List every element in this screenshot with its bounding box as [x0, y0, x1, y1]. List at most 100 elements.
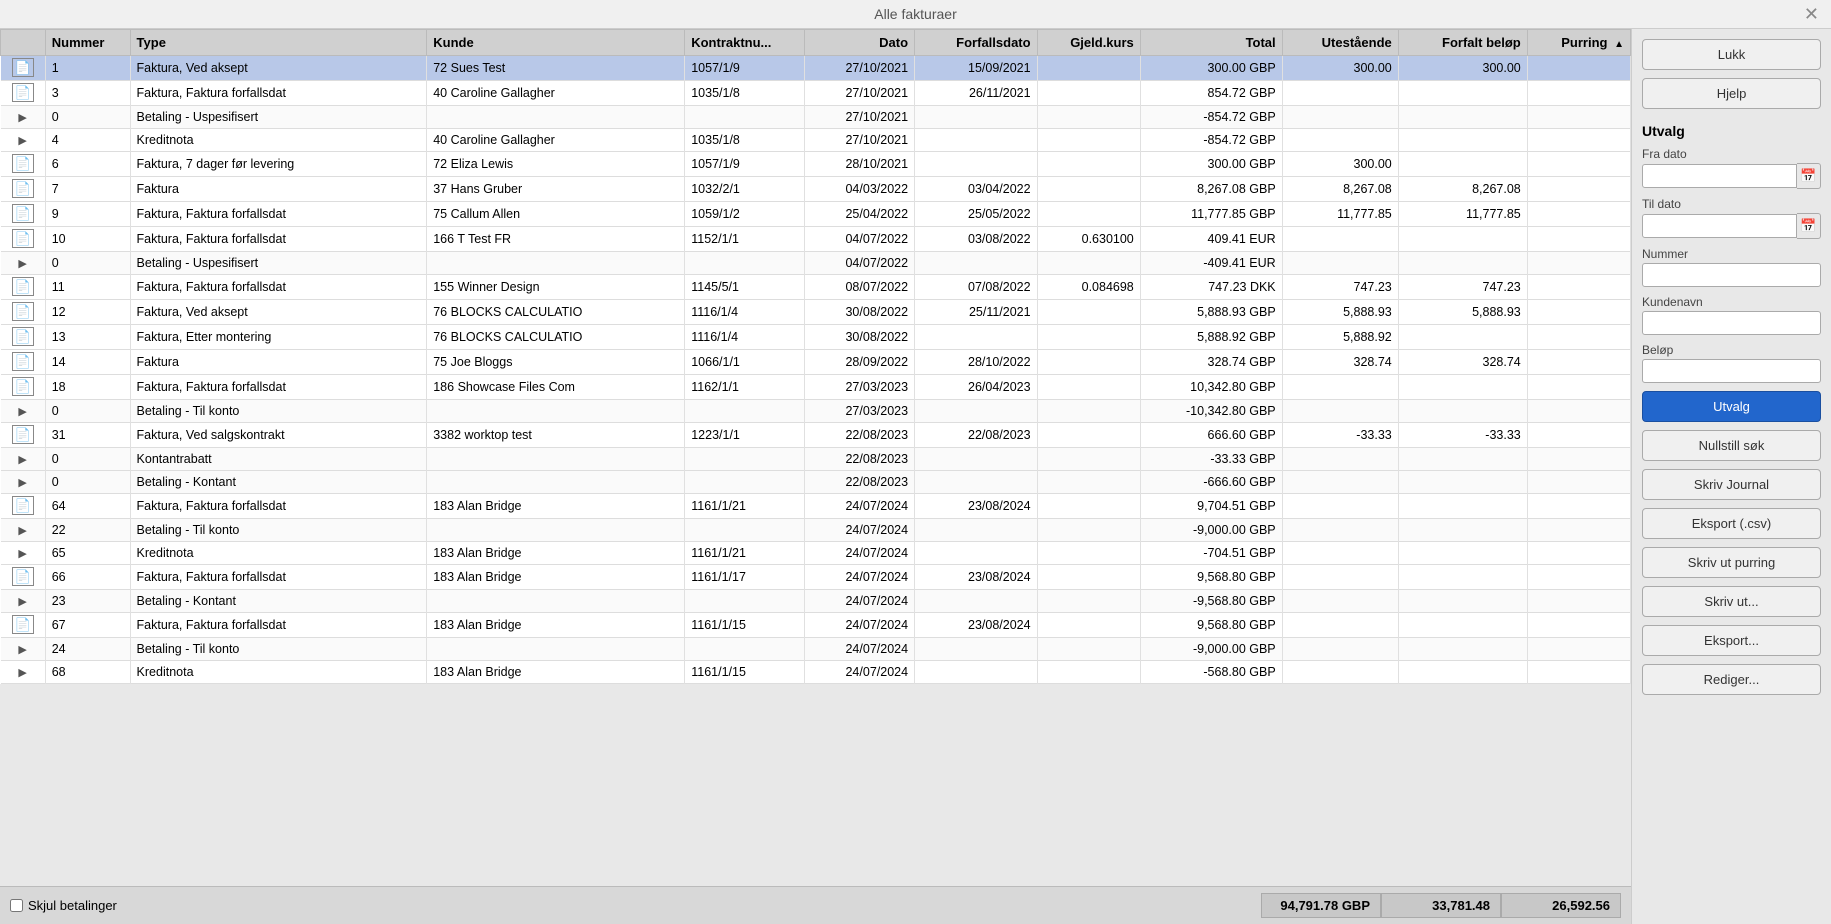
expand-arrow-icon[interactable]: ▶ — [18, 454, 26, 466]
table-row[interactable]: 📄6Faktura, 7 dager før levering72 Eliza … — [1, 152, 1631, 177]
col-gjeldkurs[interactable]: Gjeld.kurs — [1037, 30, 1140, 56]
belop-input[interactable] — [1642, 359, 1821, 383]
utvalg-button[interactable]: Utvalg — [1642, 391, 1821, 422]
cell-dato: 24/07/2024 — [805, 613, 915, 638]
expand-col[interactable]: 📄 — [1, 275, 46, 300]
expand-arrow-icon[interactable]: ▶ — [18, 548, 26, 560]
hide-payments-checkbox[interactable] — [10, 899, 23, 912]
table-row[interactable]: 📄9Faktura, Faktura forfallsdat75 Callum … — [1, 202, 1631, 227]
table-row[interactable]: ▶23Betaling - Kontant24/07/2024-9,568.80… — [1, 590, 1631, 613]
table-row[interactable]: ▶68Kreditnota183 Alan Bridge1161/1/1524/… — [1, 661, 1631, 684]
table-row[interactable]: 📄66Faktura, Faktura forfallsdat183 Alan … — [1, 565, 1631, 590]
table-row[interactable]: 📄7Faktura37 Hans Gruber1032/2/104/03/202… — [1, 177, 1631, 202]
expand-arrow-icon[interactable]: ▶ — [18, 258, 26, 270]
table-row[interactable]: ▶4Kreditnota40 Caroline Gallagher1035/1/… — [1, 129, 1631, 152]
fra-dato-input[interactable] — [1642, 164, 1797, 188]
til-dato-calendar-icon[interactable]: 📅 — [1797, 213, 1821, 239]
table-row[interactable]: ▶0Betaling - Til konto27/03/2023-10,342.… — [1, 400, 1631, 423]
table-row[interactable]: 📄13Faktura, Etter montering76 BLOCKS CAL… — [1, 325, 1631, 350]
cell-forfalt_belop — [1398, 227, 1527, 252]
col-forfalt-belop[interactable]: Forfalt beløp — [1398, 30, 1527, 56]
col-forfallsdato[interactable]: Forfallsdato — [915, 30, 1038, 56]
cell-forfallsdato — [915, 152, 1038, 177]
table-row[interactable]: ▶0Betaling - Uspesifisert27/10/2021-854.… — [1, 106, 1631, 129]
table-row[interactable]: 📄12Faktura, Ved aksept76 BLOCKS CALCULAT… — [1, 300, 1631, 325]
expand-col[interactable]: 📄 — [1, 177, 46, 202]
expand-col[interactable]: ▶ — [1, 252, 46, 275]
expand-col[interactable]: 📄 — [1, 56, 46, 81]
expand-col[interactable]: 📄 — [1, 202, 46, 227]
rediger-button[interactable]: Rediger... — [1642, 664, 1821, 695]
eksport-button[interactable]: Eksport... — [1642, 625, 1821, 656]
expand-col[interactable]: ▶ — [1, 471, 46, 494]
skriv-journal-button[interactable]: Skriv Journal — [1642, 469, 1821, 500]
cell-purring — [1527, 423, 1630, 448]
table-row[interactable]: 📄3Faktura, Faktura forfallsdat40 Carolin… — [1, 81, 1631, 106]
expand-col[interactable]: 📄 — [1, 613, 46, 638]
expand-col[interactable]: 📄 — [1, 423, 46, 448]
table-row[interactable]: 📄64Faktura, Faktura forfallsdat183 Alan … — [1, 494, 1631, 519]
table-row[interactable]: ▶0Betaling - Kontant22/08/2023-666.60 GB… — [1, 471, 1631, 494]
expand-col[interactable]: ▶ — [1, 448, 46, 471]
col-nummer[interactable]: Nummer — [45, 30, 130, 56]
hjelp-button[interactable]: Hjelp — [1642, 78, 1821, 109]
eksport-csv-button[interactable]: Eksport (.csv) — [1642, 508, 1821, 539]
table-row[interactable]: 📄18Faktura, Faktura forfallsdat186 Showc… — [1, 375, 1631, 400]
table-row[interactable]: 📄14Faktura75 Joe Bloggs1066/1/128/09/202… — [1, 350, 1631, 375]
nummer-input[interactable] — [1642, 263, 1821, 287]
col-type[interactable]: Type — [130, 30, 427, 56]
table-row[interactable]: 📄31Faktura, Ved salgskontrakt3382 workto… — [1, 423, 1631, 448]
expand-col[interactable]: ▶ — [1, 106, 46, 129]
kundenavn-input[interactable] — [1642, 311, 1821, 335]
expand-arrow-icon[interactable]: ▶ — [18, 477, 26, 489]
expand-arrow-icon[interactable]: ▶ — [18, 135, 26, 147]
skriv-ut-button[interactable]: Skriv ut... — [1642, 586, 1821, 617]
table-row[interactable]: 📄10Faktura, Faktura forfallsdat166 T Tes… — [1, 227, 1631, 252]
expand-arrow-icon[interactable]: ▶ — [18, 667, 26, 679]
col-dato[interactable]: Dato — [805, 30, 915, 56]
expand-arrow-icon[interactable]: ▶ — [18, 644, 26, 656]
expand-col[interactable]: ▶ — [1, 638, 46, 661]
table-row[interactable]: ▶22Betaling - Til konto24/07/2024-9,000.… — [1, 519, 1631, 542]
expand-col[interactable]: 📄 — [1, 81, 46, 106]
expand-col[interactable]: 📄 — [1, 227, 46, 252]
expand-arrow-icon[interactable]: ▶ — [18, 596, 26, 608]
table-row[interactable]: ▶0Kontantrabatt22/08/2023-33.33 GBP — [1, 448, 1631, 471]
expand-arrow-icon[interactable]: ▶ — [18, 525, 26, 537]
expand-col[interactable]: 📄 — [1, 494, 46, 519]
table-row[interactable]: 📄67Faktura, Faktura forfallsdat183 Alan … — [1, 613, 1631, 638]
expand-col[interactable]: ▶ — [1, 519, 46, 542]
expand-col[interactable]: ▶ — [1, 590, 46, 613]
col-total[interactable]: Total — [1140, 30, 1282, 56]
expand-col[interactable]: ▶ — [1, 542, 46, 565]
table-wrapper[interactable]: Nummer Type Kunde Kontraktnu... Dato For… — [0, 29, 1631, 886]
expand-col[interactable]: ▶ — [1, 400, 46, 423]
cell-type: Faktura, Faktura forfallsdat — [130, 227, 427, 252]
table-row[interactable]: ▶65Kreditnota183 Alan Bridge1161/1/2124/… — [1, 542, 1631, 565]
table-row[interactable]: 📄11Faktura, Faktura forfallsdat155 Winne… — [1, 275, 1631, 300]
expand-col[interactable]: 📄 — [1, 152, 46, 177]
hide-payments-label[interactable]: Skjul betalinger — [10, 898, 117, 913]
til-dato-input[interactable] — [1642, 214, 1797, 238]
col-utestående[interactable]: Utestående — [1282, 30, 1398, 56]
expand-arrow-icon[interactable]: ▶ — [18, 112, 26, 124]
lukk-button[interactable]: Lukk — [1642, 39, 1821, 70]
expand-col[interactable]: ▶ — [1, 129, 46, 152]
expand-col[interactable]: 📄 — [1, 565, 46, 590]
skriv-purring-button[interactable]: Skriv ut purring — [1642, 547, 1821, 578]
table-row[interactable]: ▶24Betaling - Til konto24/07/2024-9,000.… — [1, 638, 1631, 661]
expand-arrow-icon[interactable]: ▶ — [18, 406, 26, 418]
expand-col[interactable]: ▶ — [1, 661, 46, 684]
expand-col[interactable]: 📄 — [1, 325, 46, 350]
table-row[interactable]: 📄1Faktura, Ved aksept72 Sues Test1057/1/… — [1, 56, 1631, 81]
close-icon[interactable]: ✕ — [1804, 4, 1819, 25]
fra-dato-calendar-icon[interactable]: 📅 — [1797, 163, 1821, 189]
table-row[interactable]: ▶0Betaling - Uspesifisert04/07/2022-409.… — [1, 252, 1631, 275]
expand-col[interactable]: 📄 — [1, 300, 46, 325]
col-purring[interactable]: Purring ▲ — [1527, 30, 1630, 56]
nullstill-button[interactable]: Nullstill søk — [1642, 430, 1821, 461]
col-kunde[interactable]: Kunde — [427, 30, 685, 56]
expand-col[interactable]: 📄 — [1, 375, 46, 400]
col-kontraktnu[interactable]: Kontraktnu... — [685, 30, 805, 56]
expand-col[interactable]: 📄 — [1, 350, 46, 375]
